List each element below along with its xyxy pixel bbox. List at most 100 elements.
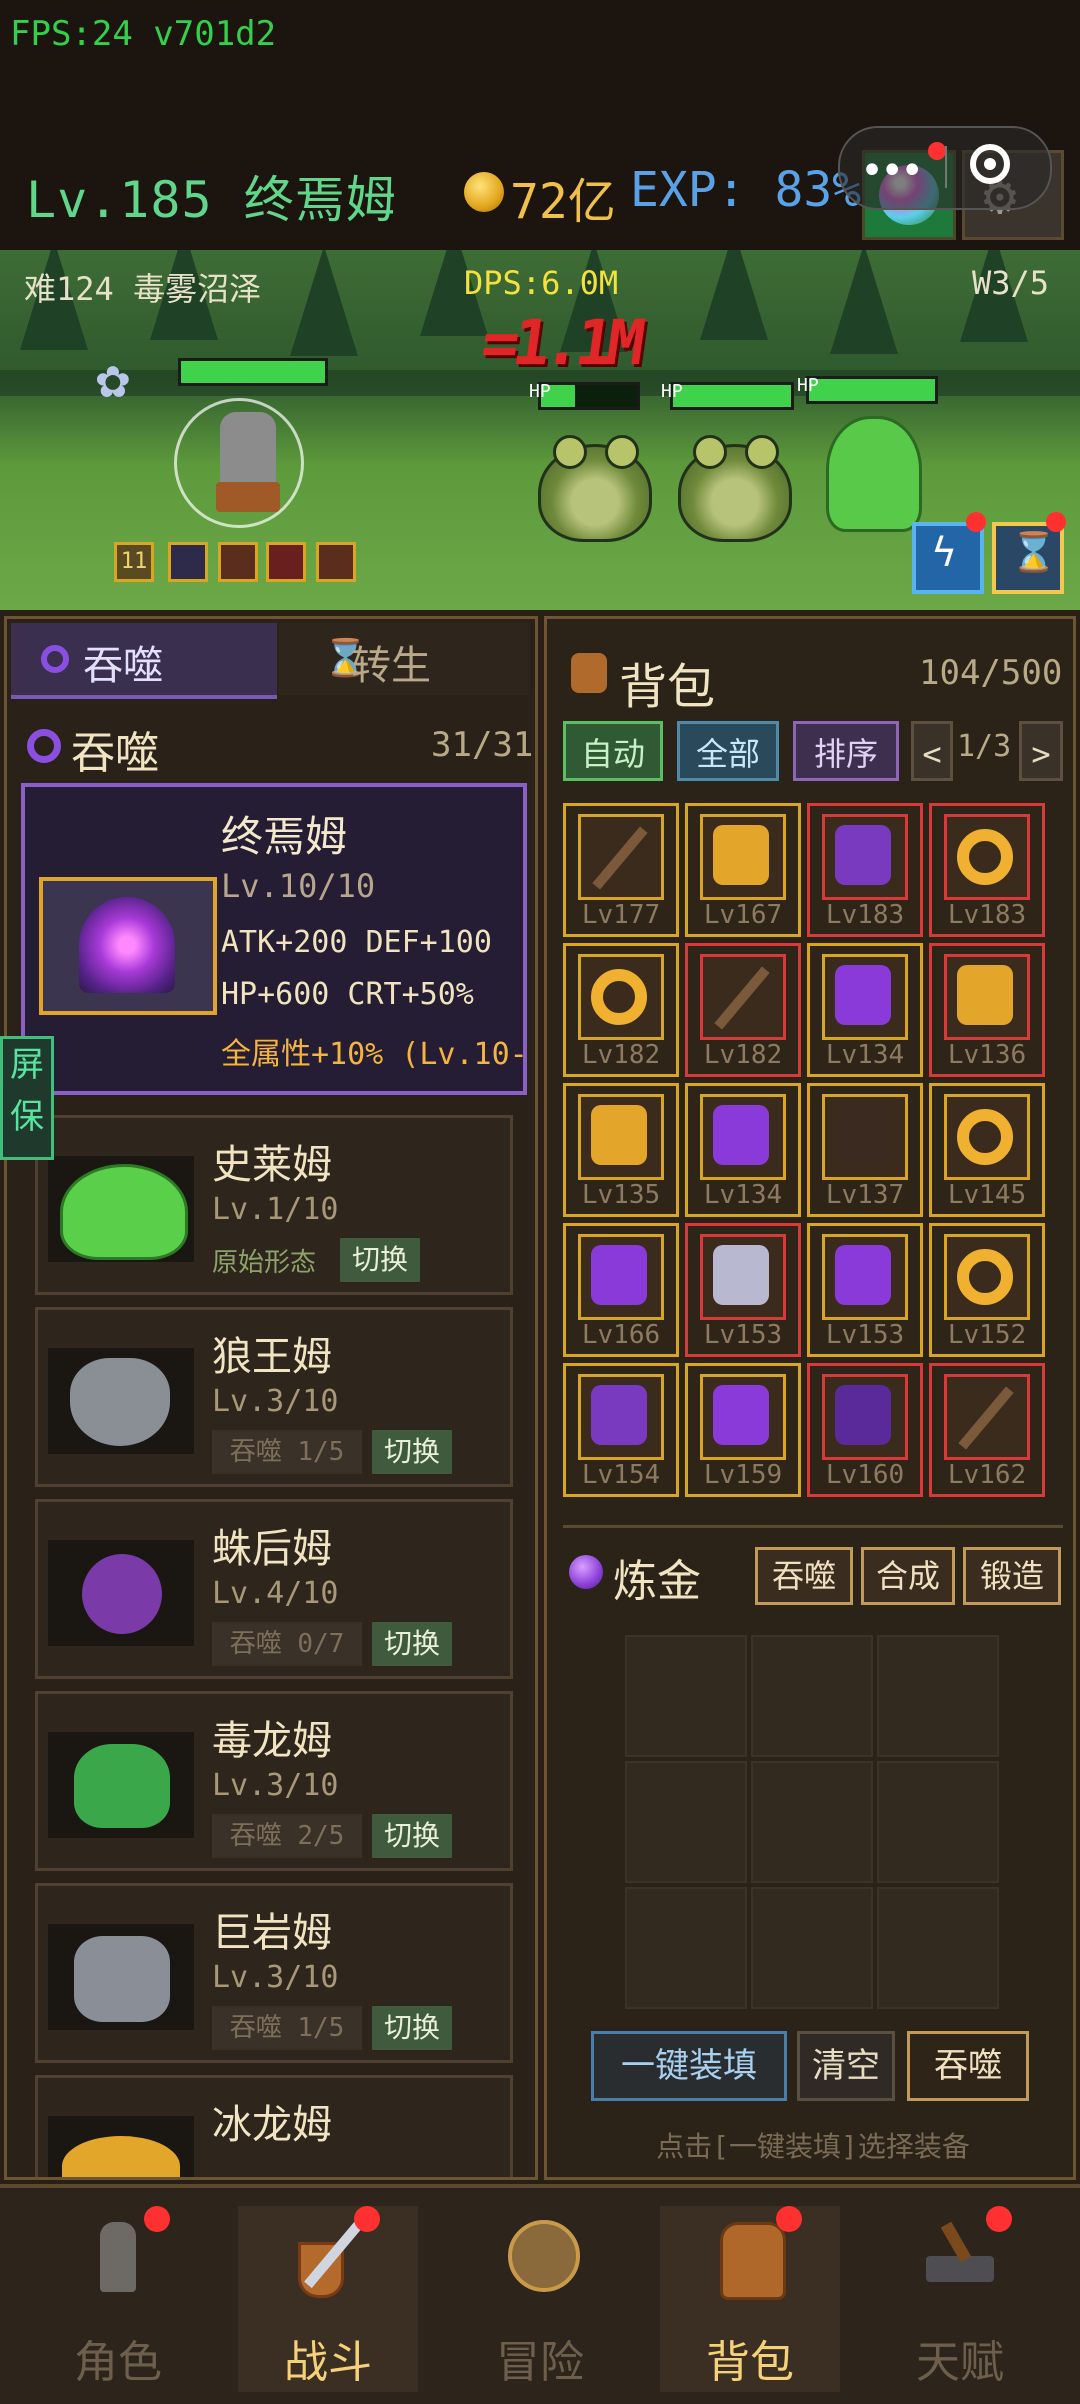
form-card-wolf[interactable]: 狼王姆 Lv.3/10 吞噬 1/5 切换: [35, 1307, 513, 1487]
screensaver-button[interactable]: 屏保: [0, 1036, 54, 1160]
skill-slot-level[interactable]: 11: [114, 542, 154, 582]
alchemy-slot[interactable]: [625, 1635, 747, 1757]
switch-button[interactable]: 切换: [372, 1622, 452, 1666]
inventory-item[interactable]: Lv182: [563, 943, 679, 1077]
switch-button[interactable]: 切换: [372, 2006, 452, 2050]
form-card-poison-dragon[interactable]: 毒龙姆 Lv.3/10 吞噬 2/5 切换: [35, 1691, 513, 1871]
lightning-icon: ϟ: [932, 530, 957, 576]
slime-portrait: [48, 1156, 194, 1262]
inventory-item[interactable]: Lv135: [563, 1083, 679, 1217]
featured-form-card[interactable]: 终焉姆 Lv.10/10 ATK+200 DEF+100 HP+600 CRT+…: [21, 783, 528, 1095]
tab-devour[interactable]: 吞噬: [11, 623, 277, 699]
nav-character[interactable]: 角色: [28, 2206, 208, 2392]
card-name: 冰龙姆: [212, 2102, 332, 2148]
form-card-spider[interactable]: 蛛后姆 Lv.4/10 吞噬 0/7 切换: [35, 1499, 513, 1679]
form-card-ice-dragon[interactable]: 冰龙姆: [35, 2075, 513, 2177]
skill-slot-crossed-swords[interactable]: [218, 542, 258, 582]
toad-enemy-1[interactable]: [538, 435, 652, 542]
inventory-item[interactable]: Lv153: [685, 1223, 801, 1357]
item-level: Lv152: [947, 1320, 1027, 1350]
inventory-item[interactable]: Lv166: [563, 1223, 679, 1357]
top-bar: FPS:24 v701d2 Lv.185 终焉姆 72亿 EXP: 83% ⚙ …: [0, 0, 1080, 250]
sort-button[interactable]: 排序: [793, 721, 899, 781]
skill-slot-vortex[interactable]: [168, 542, 208, 582]
inventory-item[interactable]: Lv160: [807, 1363, 923, 1497]
inventory-item[interactable]: Lv183: [807, 803, 923, 937]
alchemy-slot[interactable]: [625, 1887, 747, 2009]
inventory-item[interactable]: Lv154: [563, 1363, 679, 1497]
inventory-item[interactable]: Lv134: [685, 1083, 801, 1217]
form-card-rock-giant[interactable]: 巨岩姆 Lv.3/10 吞噬 1/5 切换: [35, 1883, 513, 2063]
card-level: Lv.1/10: [212, 1192, 339, 1227]
clear-button[interactable]: 清空: [797, 2031, 895, 2101]
speed-up-button[interactable]: ϟ: [912, 522, 984, 594]
nav-battle[interactable]: 战斗: [238, 2206, 418, 2392]
inventory-item[interactable]: Lv137: [807, 1083, 923, 1217]
skill-slot-book[interactable]: [266, 542, 306, 582]
green-dragon-portrait: [48, 1732, 194, 1838]
one-click-fill-button[interactable]: 一键装填: [591, 2031, 787, 2101]
item-level: Lv137: [825, 1180, 905, 1210]
ring-icon: [957, 1249, 1013, 1305]
skill-slot-crossed-blades[interactable]: [316, 542, 356, 582]
alchemy-combine-tab[interactable]: 合成: [861, 1547, 955, 1605]
item-level: Lv134: [703, 1180, 783, 1210]
alchemy-slot[interactable]: [877, 1887, 999, 2009]
alchemy-slot[interactable]: [877, 1761, 999, 1883]
featured-name: 终焉姆: [221, 812, 348, 861]
toad-enemy-2[interactable]: [678, 435, 792, 542]
nav-backpack[interactable]: 背包: [660, 2206, 840, 2392]
staff-icon: [714, 966, 770, 1030]
item-frame: [822, 814, 908, 900]
inventory-item[interactable]: Lv182: [685, 943, 801, 1077]
alchemy-title: 炼金: [613, 1556, 701, 1607]
slime-enemy[interactable]: [826, 416, 922, 532]
inventory-item[interactable]: Lv183: [929, 803, 1045, 937]
switch-button[interactable]: 切换: [340, 1238, 420, 1282]
inventory-item[interactable]: Lv152: [929, 1223, 1045, 1357]
next-page-button[interactable]: >: [1019, 721, 1063, 781]
switch-button[interactable]: 切换: [372, 1430, 452, 1474]
time-button[interactable]: ⌛: [992, 522, 1064, 594]
pants-icon: [835, 825, 891, 885]
nav-talent[interactable]: 天赋: [870, 2206, 1050, 2392]
inventory-item[interactable]: Lv145: [929, 1083, 1045, 1217]
inventory-item[interactable]: Lv134: [807, 943, 923, 1077]
switch-button[interactable]: 切换: [372, 1814, 452, 1858]
armor-icon: [713, 825, 769, 885]
more-menu-icon[interactable]: •••: [860, 148, 924, 194]
enemy-hp-bar-2: HP: [661, 381, 794, 410]
alchemy-slot[interactable]: [877, 1635, 999, 1757]
tab-rebirth[interactable]: ⌛ 转生: [279, 623, 529, 695]
card-name: 蛛后姆: [212, 1526, 332, 1572]
item-frame: [944, 1094, 1030, 1180]
devour-button[interactable]: 吞噬: [907, 2031, 1029, 2101]
inventory-item[interactable]: Lv136: [929, 943, 1045, 1077]
bottom-nav: 角色 战斗 冒险 背包 天赋: [0, 2184, 1080, 2404]
inventory-item[interactable]: Lv159: [685, 1363, 801, 1497]
alchemy-slot[interactable]: [625, 1761, 747, 1883]
form-card-slime[interactable]: 史莱姆 Lv.1/10 原始形态 切换: [35, 1115, 513, 1295]
alchemy-devour-tab[interactable]: 吞噬: [755, 1547, 853, 1605]
inventory-item[interactable]: Lv153: [807, 1223, 923, 1357]
backpack-title: 背包: [619, 659, 716, 715]
inventory-item[interactable]: Lv177: [563, 803, 679, 937]
alchemy-slot[interactable]: [751, 1887, 873, 2009]
notification-dot: [776, 2206, 802, 2232]
portal-icon: [79, 897, 175, 993]
close-target-icon[interactable]: [970, 144, 1010, 184]
alchemy-slot[interactable]: [751, 1635, 873, 1757]
alchemy-forge-tab[interactable]: 锻造: [963, 1547, 1061, 1605]
inventory-item[interactable]: Lv167: [685, 803, 801, 937]
all-filter-button[interactable]: 全部: [677, 721, 779, 781]
nav-adventure[interactable]: 冒险: [450, 2206, 630, 2392]
item-level: Lv136: [947, 1040, 1027, 1070]
auto-button[interactable]: 自动: [563, 721, 663, 781]
notification-dot: [928, 142, 946, 160]
exp-percent: EXP: 83%: [630, 162, 862, 218]
prev-page-button[interactable]: <: [911, 721, 953, 781]
alchemy-slot[interactable]: [751, 1761, 873, 1883]
inventory-item[interactable]: Lv162: [929, 1363, 1045, 1497]
featured-stat-all: 全属性+10% (Lv.10-: [221, 1037, 528, 1072]
spider-portrait: [48, 1540, 194, 1646]
